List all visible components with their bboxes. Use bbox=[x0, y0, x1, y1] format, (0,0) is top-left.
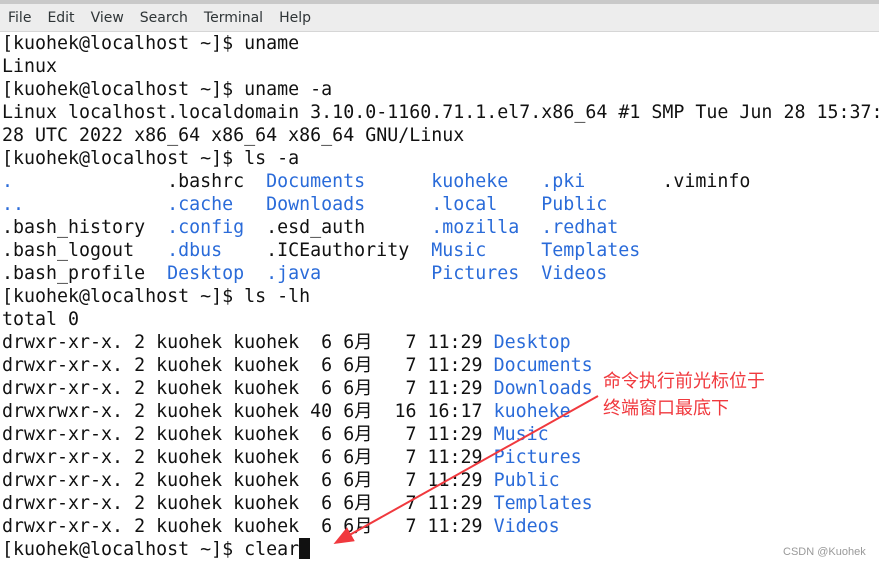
ls-lh-row: drwxr-xr-x. 2 kuohek kuohek 6 6月 7 11:29… bbox=[2, 423, 879, 446]
ls-lh-name: kuoheke bbox=[493, 401, 571, 422]
ls-lh-name: Downloads bbox=[493, 378, 593, 399]
menu-bar: File Edit View Search Terminal Help bbox=[0, 4, 879, 32]
ls-lh-attributes: drwxr-xr-x. 2 kuohek kuohek 6 6月 7 11:29 bbox=[2, 470, 494, 491]
ls-a-entry: Documents bbox=[266, 171, 366, 192]
terminal-line: total 0 bbox=[2, 309, 80, 330]
ls-a-entry: .java bbox=[266, 263, 322, 284]
ls-a-entry: .ICEauthority bbox=[266, 240, 410, 261]
ls-lh-attributes: drwxr-xr-x. 2 kuohek kuohek 6 6月 7 11:29 bbox=[2, 493, 494, 514]
ls-a-entry: .dbus bbox=[167, 240, 223, 261]
ls-lh-row: drwxr-xr-x. 2 kuohek kuohek 6 6月 7 11:29… bbox=[2, 469, 879, 492]
ls-lh-attributes: drwxrwxr-x. 2 kuohek kuohek 40 6月 16 16:… bbox=[2, 401, 494, 422]
ls-lh-name: Pictures bbox=[493, 447, 582, 468]
ls-a-row: .bash_logout .dbus .ICEauthority Music Templ… bbox=[2, 239, 879, 262]
ls-lh-row: drwxr-xr-x. 2 kuohek kuohek 6 6月 7 11:29… bbox=[2, 492, 879, 515]
ls-a-entry: Music bbox=[431, 240, 487, 261]
menu-terminal[interactable]: Terminal bbox=[196, 10, 271, 26]
terminal-line: 28 UTC 2022 x86_64 x86_64 x86_64 GNU/Lin… bbox=[2, 125, 465, 146]
terminal-line: [kuohek@localhost ~]$ uname bbox=[2, 33, 300, 54]
ls-a-entry: .mozilla bbox=[431, 217, 520, 238]
ls-lh-attributes: drwxr-xr-x. 2 kuohek kuohek 6 6月 7 11:29 bbox=[2, 447, 494, 468]
ls-a-entry: Desktop bbox=[167, 263, 245, 284]
menu-help[interactable]: Help bbox=[271, 10, 319, 26]
ls-a-entry: .pki bbox=[541, 171, 586, 192]
ls-a-entry: .bash_profile bbox=[2, 263, 146, 284]
terminal-line: [kuohek@localhost ~]$ ls -lh bbox=[2, 286, 311, 307]
ls-a-row: .bash_profile Desktop .java Pictures Videos bbox=[2, 262, 879, 285]
ls-a-entry: .esd_auth bbox=[266, 217, 366, 238]
terminal-line: [kuohek@localhost ~]$ ls -a bbox=[2, 148, 300, 169]
ls-a-entry: Public bbox=[541, 194, 608, 215]
annotation-text: 命令执行前光标位于 终端窗口最底下 bbox=[603, 368, 765, 422]
ls-a-entry: .bashrc bbox=[167, 171, 245, 192]
ls-a-entry: .redhat bbox=[541, 217, 619, 238]
ls-a-entry: Templates bbox=[541, 240, 641, 261]
ls-a-entry: .cache bbox=[167, 194, 234, 215]
ls-lh-attributes: drwxr-xr-x. 2 kuohek kuohek 6 6月 7 11:29 bbox=[2, 355, 494, 376]
watermark: CSDN @Kuohek bbox=[783, 546, 866, 558]
ls-lh-attributes: drwxr-xr-x. 2 kuohek kuohek 6 6月 7 11:29 bbox=[2, 516, 494, 537]
ls-lh-row: drwxr-xr-x. 2 kuohek kuohek 6 6月 7 11:29… bbox=[2, 515, 879, 538]
menu-search[interactable]: Search bbox=[132, 10, 196, 26]
ls-lh-name: Music bbox=[493, 424, 549, 445]
ls-a-entry: Downloads bbox=[266, 194, 366, 215]
terminal-line: Linux localhost.localdomain 3.10.0-1160.… bbox=[2, 102, 879, 123]
ls-a-entry: .. bbox=[2, 194, 25, 215]
ls-lh-name: Videos bbox=[493, 516, 560, 537]
terminal-output[interactable]: [kuohek@localhost ~]$ uname Linux [kuohek@… bbox=[2, 32, 879, 561]
ls-lh-row: drwxr-xr-x. 2 kuohek kuohek 6 6月 7 11:29… bbox=[2, 331, 879, 354]
ls-lh-attributes: drwxr-xr-x. 2 kuohek kuohek 6 6月 7 11:29 bbox=[2, 378, 494, 399]
ls-a-entry: . bbox=[2, 171, 14, 192]
terminal-line: [kuohek@localhost ~]$ uname -a bbox=[2, 79, 333, 100]
ls-a-row: .. .cache Downloads .local Public bbox=[2, 193, 879, 216]
ls-a-entry: .bash_history bbox=[2, 217, 146, 238]
menu-edit[interactable]: Edit bbox=[39, 10, 82, 26]
ls-a-entry: Pictures bbox=[431, 263, 520, 284]
ls-a-entry: .local bbox=[431, 194, 498, 215]
ls-lh-attributes: drwxr-xr-x. 2 kuohek kuohek 6 6月 7 11:29 bbox=[2, 332, 494, 353]
annotation-line-2: 终端窗口最底下 bbox=[603, 398, 729, 419]
ls-a-entry: .viminfo bbox=[662, 171, 751, 192]
terminal-input: [kuohek@localhost ~]$ clear bbox=[2, 539, 300, 560]
terminal-prompt-line: [kuohek@localhost ~]$ clear bbox=[2, 538, 879, 561]
annotation-line-1: 命令执行前光标位于 bbox=[603, 371, 765, 392]
ls-lh-attributes: drwxr-xr-x. 2 kuohek kuohek 6 6月 7 11:29 bbox=[2, 424, 494, 445]
ls-lh-name: Desktop bbox=[493, 332, 571, 353]
menu-file[interactable]: File bbox=[0, 10, 39, 26]
ls-lh-name: Templates bbox=[493, 493, 593, 514]
terminal-line: Linux bbox=[2, 56, 58, 77]
ls-lh-row: drwxr-xr-x. 2 kuohek kuohek 6 6月 7 11:29… bbox=[2, 446, 879, 469]
ls-a-row: . .bashrc Documents kuoheke .pki .viminfo bbox=[2, 170, 879, 193]
ls-a-row: .bash_history .config .esd_auth .mozilla .re… bbox=[2, 216, 879, 239]
cursor bbox=[299, 538, 311, 559]
menu-view[interactable]: View bbox=[83, 10, 132, 26]
ls-lh-name: Public bbox=[493, 470, 560, 491]
ls-lh-name: Documents bbox=[493, 355, 593, 376]
ls-a-entry: Videos bbox=[541, 263, 608, 284]
ls-a-entry: .config bbox=[167, 217, 245, 238]
ls-a-entry: kuoheke bbox=[431, 171, 509, 192]
ls-a-entry: .bash_logout bbox=[2, 240, 135, 261]
